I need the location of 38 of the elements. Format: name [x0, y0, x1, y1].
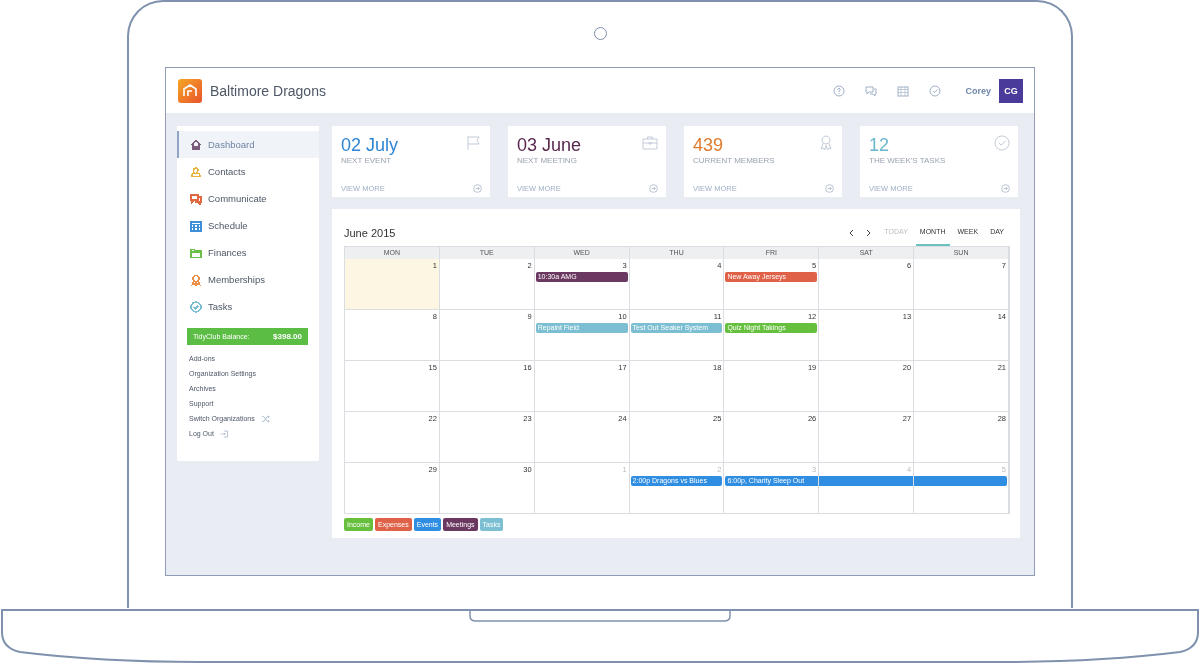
organization-name: Baltimore Dragons [210, 82, 326, 99]
briefcase-icon [642, 135, 658, 151]
check-icon [994, 135, 1010, 151]
stat-label: THE WEEK'S TASKS [869, 156, 946, 165]
arrow-icon[interactable] [825, 184, 834, 193]
stat-label: NEXT EVENT [341, 156, 393, 165]
sidebar-item[interactable]: Schedule [177, 212, 319, 239]
next-icon[interactable] [864, 228, 873, 237]
help-icon[interactable] [833, 84, 846, 97]
sidebar-item[interactable]: Contacts [177, 158, 319, 185]
calendar-title: June 2015 [344, 226, 396, 239]
balance-amount: $398.00 [273, 332, 302, 341]
stat-label: CURRENT MEMBERS [693, 156, 775, 165]
shuffle-icon [260, 414, 270, 423]
user-name[interactable]: Corey [965, 85, 991, 96]
sidebar-item[interactable]: Tasks [177, 293, 319, 320]
chat-icon[interactable] [865, 84, 878, 97]
stat-value: 03 June [517, 135, 582, 155]
arrow-icon[interactable] [1001, 184, 1010, 193]
flag-icon [466, 135, 482, 151]
calendar-event-continuation[interactable] [914, 476, 1007, 486]
arrow-icon[interactable] [473, 184, 482, 193]
award-icon [818, 135, 834, 151]
stat-value: 02 July [341, 135, 399, 155]
sidebar-item[interactable]: Finances [177, 239, 319, 266]
sidebar-item[interactable]: Dashboard [177, 131, 319, 158]
arrow-icon[interactable] [649, 184, 658, 193]
sidebar-item[interactable]: Memberships [177, 266, 319, 293]
stat-label: NEXT MEETING [517, 156, 578, 165]
logout-icon [219, 429, 229, 438]
stat-value: 439 [693, 135, 725, 155]
check-icon[interactable] [929, 84, 942, 97]
logo-icon [178, 78, 202, 103]
stat-value: 12 [869, 135, 891, 155]
user-avatar[interactable]: CG [999, 78, 1023, 103]
calendar-event-continuation[interactable] [819, 476, 914, 486]
sidebar-item[interactable]: Communicate [177, 185, 319, 212]
calendar-icon[interactable] [897, 84, 910, 97]
